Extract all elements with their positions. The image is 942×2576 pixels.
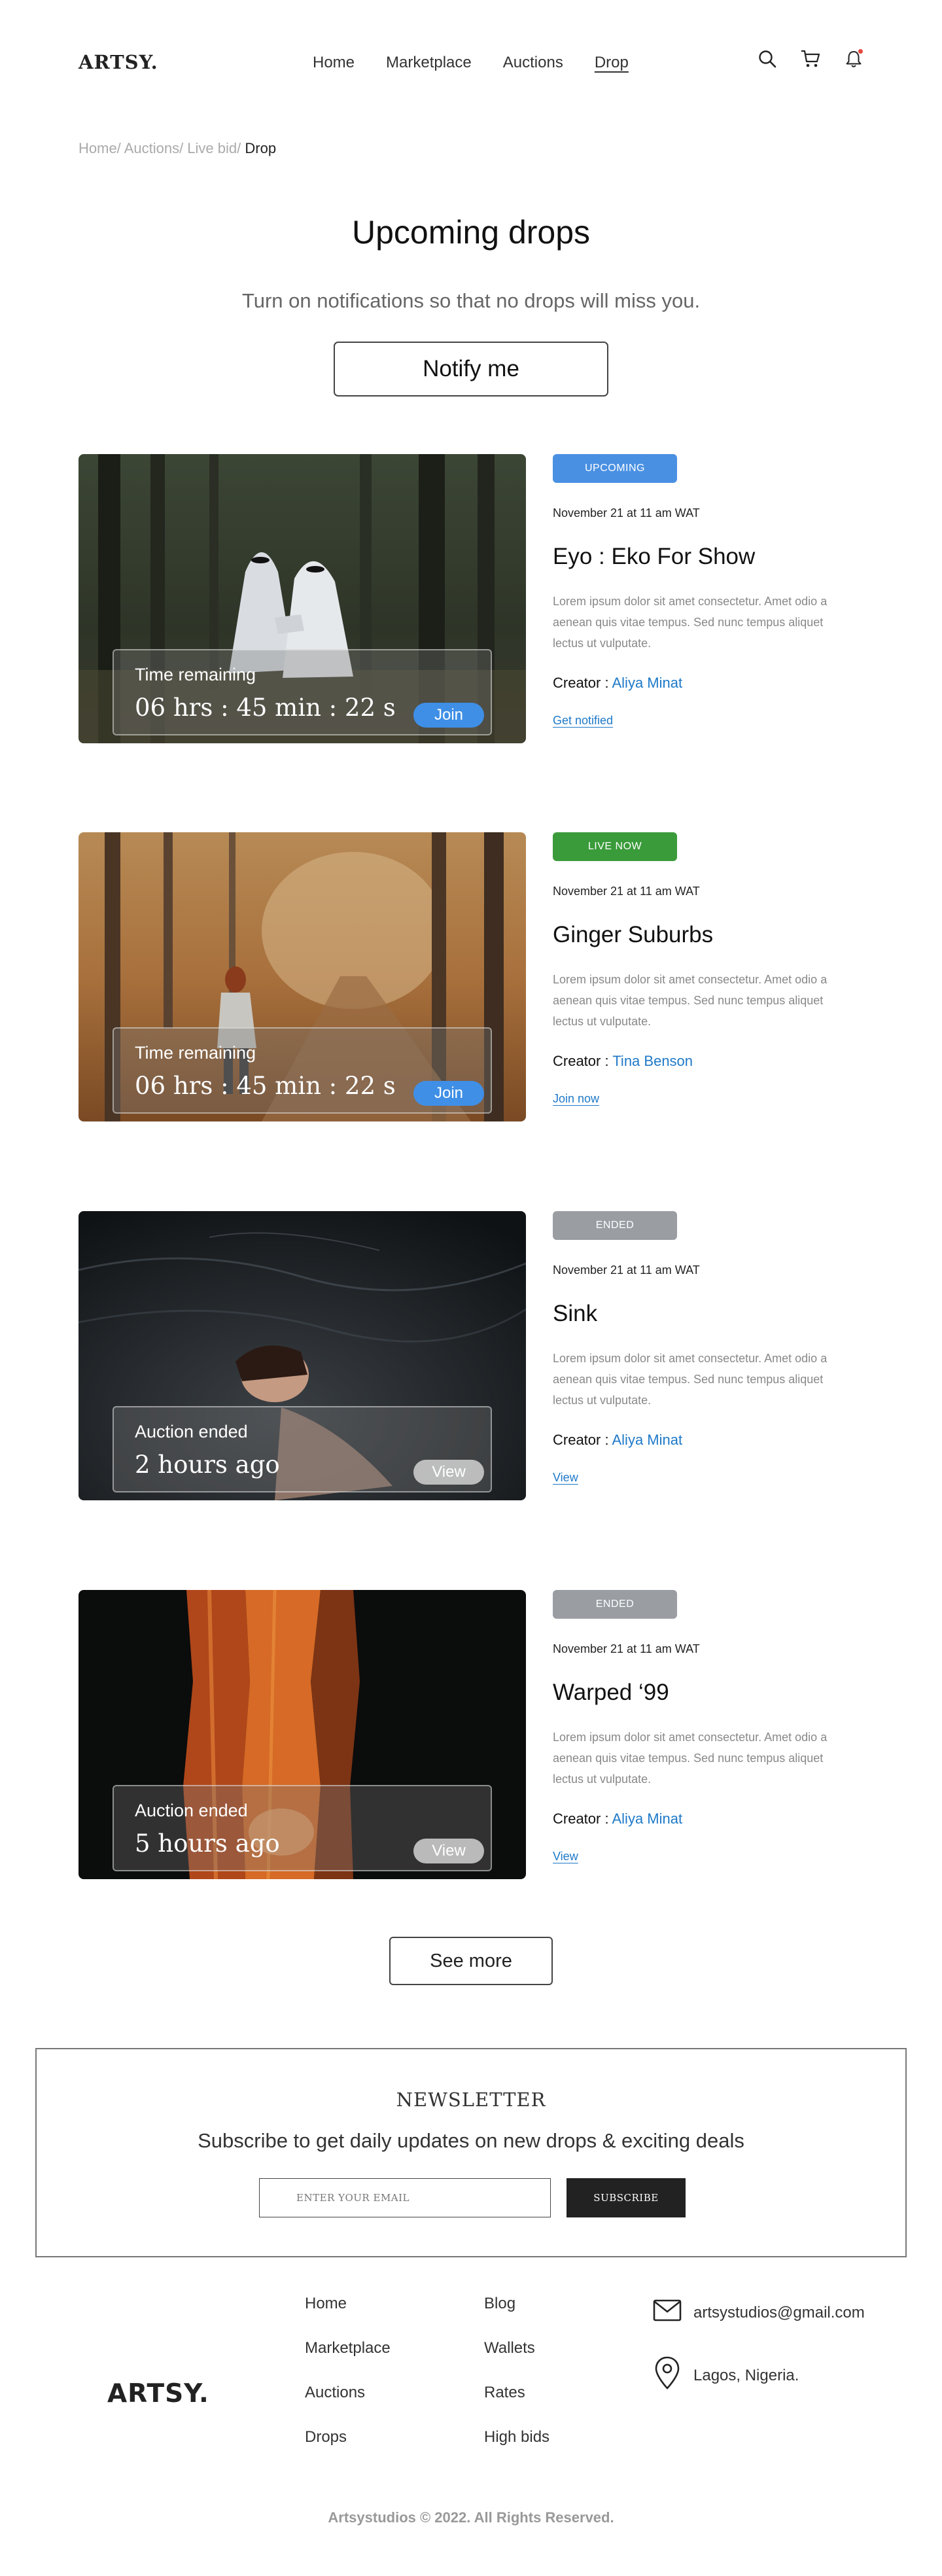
footer-location: Lagos, Nigeria.	[653, 2355, 799, 2395]
creator-label: Creator :	[553, 675, 609, 691]
overlay-label: Auction ended	[135, 1801, 248, 1820]
drop-title[interactable]: Sink	[553, 1301, 867, 1327]
copyright: Artsystudios © 2022. All Rights Reserved…	[328, 2509, 614, 2526]
status-badge: ENDED	[553, 1211, 677, 1240]
get-notified-link[interactable]: Get notified	[553, 714, 613, 728]
site-header: ARTSY. Home Marketplace Auctions Drop	[0, 0, 942, 124]
nav-auctions[interactable]: Auctions	[503, 54, 563, 72]
drop-info: ENDED November 21 at 11 am WAT Sink Lore…	[553, 1211, 867, 1485]
main-nav: Home Marketplace Auctions Drop	[313, 54, 629, 72]
overlay-label: Auction ended	[135, 1422, 248, 1441]
view-button[interactable]: View	[413, 1460, 484, 1485]
nav-home[interactable]: Home	[313, 54, 355, 72]
drop-description: Lorem ipsum dolor sit amet consectetur. …	[553, 595, 828, 650]
nav-marketplace[interactable]: Marketplace	[386, 54, 472, 72]
creator-name[interactable]: Tina Benson	[612, 1053, 693, 1069]
mail-icon	[653, 2299, 682, 2326]
ended-time-value: 2 hours ago	[135, 1451, 280, 1479]
footer-links-secondary: Blog Wallets Rates High bids	[484, 2295, 550, 2446]
overlay-label: Time remaining	[135, 1043, 256, 1063]
footer-link-marketplace[interactable]: Marketplace	[305, 2340, 391, 2357]
creator-name[interactable]: Aliya Minat	[612, 675, 683, 691]
auction-ended-overlay: Auction ended 2 hours ago View	[113, 1406, 492, 1492]
notification-dot	[858, 49, 863, 54]
breadcrumb: Home/ Auctions/ Live bid/ Drop	[78, 140, 276, 157]
newsletter-title: NEWSLETTER	[396, 2089, 546, 2111]
see-more-button[interactable]: See more	[389, 1937, 553, 1985]
status-badge: LIVE NOW	[553, 832, 677, 861]
view-button[interactable]: View	[413, 1839, 484, 1863]
footer-email: artsystudios@gmail.com	[653, 2299, 865, 2326]
countdown-value: 06 hrs : 45 min : 22 s	[135, 694, 396, 722]
email-input[interactable]	[259, 2178, 551, 2217]
search-icon[interactable]	[756, 47, 779, 71]
footer-link-wallets[interactable]: Wallets	[484, 2340, 550, 2357]
drop-creator: Creator : Aliya Minat	[553, 1810, 867, 1827]
join-button[interactable]: Join	[413, 703, 484, 728]
drop-title[interactable]: Ginger Suburbs	[553, 922, 867, 948]
drop-date: November 21 at 11 am WAT	[553, 885, 700, 898]
drop-creator: Creator : Aliya Minat	[553, 1432, 867, 1449]
page-subtitle: Turn on notifications so that no drops w…	[241, 289, 701, 312]
ended-time-value: 5 hours ago	[135, 1829, 280, 1858]
notify-me-button[interactable]: Notify me	[334, 342, 608, 397]
view-link[interactable]: View	[553, 1471, 578, 1485]
footer-location-text: Lagos, Nigeria.	[693, 2366, 799, 2384]
bell-icon[interactable]	[842, 47, 865, 71]
footer-link-drops[interactable]: Drops	[305, 2429, 391, 2446]
time-remaining-overlay: Time remaining 06 hrs : 45 min : 22 s Jo…	[113, 649, 492, 735]
footer-links-primary: Home Marketplace Auctions Drops	[305, 2295, 391, 2446]
breadcrumb-trail[interactable]: Home/ Auctions/ Live bid/	[78, 140, 241, 156]
drop-card: Auction ended 5 hours ago View ENDED Nov…	[78, 1590, 864, 1879]
footer-logo[interactable]: ARTSY.	[107, 2379, 209, 2408]
status-badge: ENDED	[553, 1590, 677, 1619]
status-badge: UPCOMING	[553, 454, 677, 483]
drop-info: UPCOMING November 21 at 11 am WAT Eyo : …	[553, 454, 867, 728]
drop-info: ENDED November 21 at 11 am WAT Warped ‘9…	[553, 1590, 867, 1863]
view-link[interactable]: View	[553, 1850, 578, 1863]
cart-icon[interactable]	[799, 47, 822, 71]
drop-date: November 21 at 11 am WAT	[553, 1642, 700, 1655]
creator-name[interactable]: Aliya Minat	[612, 1810, 683, 1827]
logo[interactable]: ARTSY.	[78, 51, 158, 73]
location-pin-icon	[653, 2355, 682, 2395]
nav-drop[interactable]: Drop	[595, 54, 629, 72]
creator-label: Creator :	[553, 1432, 609, 1448]
drop-description: Lorem ipsum dolor sit amet consectetur. …	[553, 1352, 828, 1407]
drop-description: Lorem ipsum dolor sit amet consectetur. …	[553, 1731, 828, 1786]
time-remaining-overlay: Time remaining 06 hrs : 45 min : 22 s Jo…	[113, 1027, 492, 1114]
creator-label: Creator :	[553, 1053, 609, 1069]
creator-name[interactable]: Aliya Minat	[612, 1432, 683, 1448]
drop-card: Auction ended 2 hours ago View ENDED Nov…	[78, 1211, 864, 1500]
overlay-label: Time remaining	[135, 665, 256, 684]
footer-email-address[interactable]: artsystudios@gmail.com	[693, 2304, 865, 2322]
footer-link-blog[interactable]: Blog	[484, 2295, 550, 2312]
newsletter-subtitle: Subscribe to get daily updates on new dr…	[198, 2129, 744, 2152]
drop-creator: Creator : Tina Benson	[553, 1053, 867, 1070]
join-button[interactable]: Join	[413, 1081, 484, 1106]
drop-date: November 21 at 11 am WAT	[553, 1263, 700, 1277]
drop-title[interactable]: Eyo : Eko For Show	[553, 544, 867, 570]
footer-link-rates[interactable]: Rates	[484, 2384, 550, 2401]
drop-date: November 21 at 11 am WAT	[553, 506, 700, 520]
footer-link-home[interactable]: Home	[305, 2295, 391, 2312]
newsletter-section: NEWSLETTER Subscribe to get daily update…	[35, 2048, 907, 2257]
breadcrumb-current: Drop	[245, 140, 277, 156]
creator-label: Creator :	[553, 1810, 609, 1827]
footer-link-auctions[interactable]: Auctions	[305, 2384, 391, 2401]
drop-creator: Creator : Aliya Minat	[553, 675, 867, 692]
page-title: Upcoming drops	[351, 214, 591, 251]
join-now-link[interactable]: Join now	[553, 1092, 599, 1106]
drop-card: Time remaining 06 hrs : 45 min : 22 s Jo…	[78, 454, 864, 743]
drop-info: LIVE NOW November 21 at 11 am WAT Ginger…	[553, 832, 867, 1106]
drop-card: Time remaining 06 hrs : 45 min : 22 s Jo…	[78, 832, 864, 1121]
auction-ended-overlay: Auction ended 5 hours ago View	[113, 1785, 492, 1871]
drop-description: Lorem ipsum dolor sit amet consectetur. …	[553, 973, 828, 1028]
countdown-value: 06 hrs : 45 min : 22 s	[135, 1072, 396, 1100]
subscribe-button[interactable]: SUBSCRIBE	[567, 2178, 686, 2217]
drop-title[interactable]: Warped ‘99	[553, 1680, 867, 1706]
footer-link-high-bids[interactable]: High bids	[484, 2429, 550, 2446]
header-actions	[756, 47, 865, 71]
